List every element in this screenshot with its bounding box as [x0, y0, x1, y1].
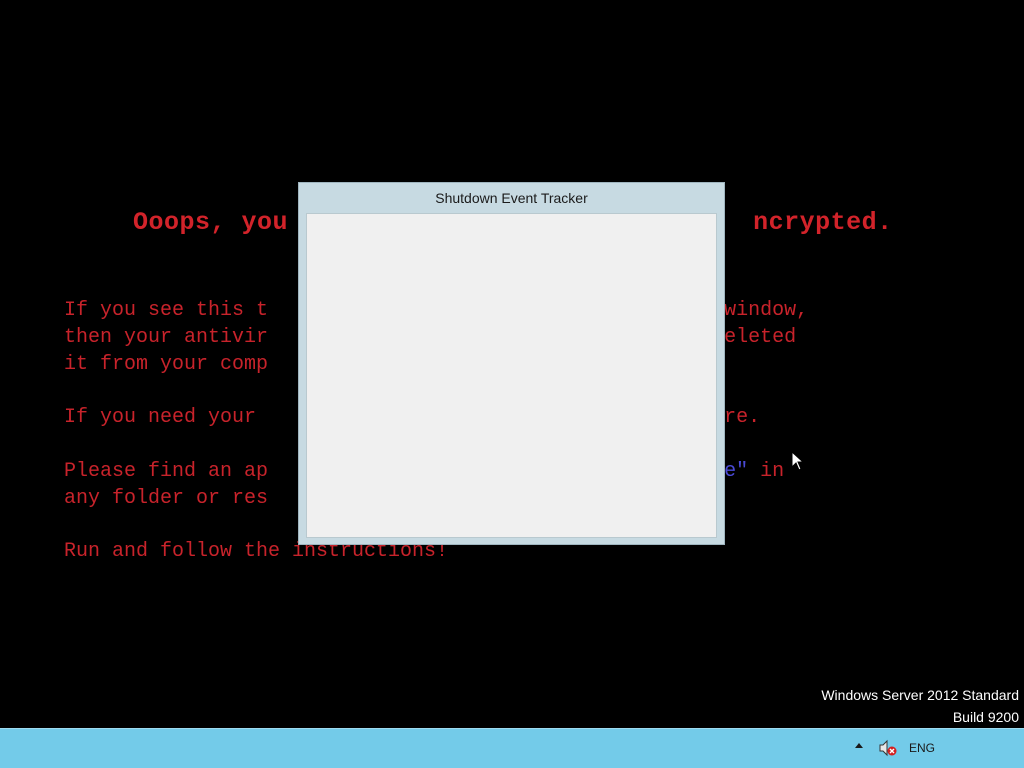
dialog-content-area — [306, 213, 717, 538]
os-edition: Windows Server 2012 Standard — [821, 687, 1019, 703]
mouse-cursor-icon — [791, 451, 805, 471]
taskbar: ENG — [0, 728, 1024, 768]
show-hidden-icons-icon[interactable] — [855, 743, 863, 748]
desktop: Ooops, you ncrypted. If you see this t e… — [0, 0, 1024, 728]
os-watermark: Windows Server 2012 Standard Build 9200 — [821, 684, 1019, 728]
dialog-title[interactable]: Shutdown Event Tracker — [299, 183, 724, 213]
input-language-indicator[interactable]: ENG — [909, 741, 935, 755]
speaker-muted-icon[interactable] — [878, 739, 898, 757]
shutdown-event-tracker-dialog[interactable]: Shutdown Event Tracker — [298, 182, 725, 545]
os-build: Build 9200 — [952, 709, 1019, 725]
